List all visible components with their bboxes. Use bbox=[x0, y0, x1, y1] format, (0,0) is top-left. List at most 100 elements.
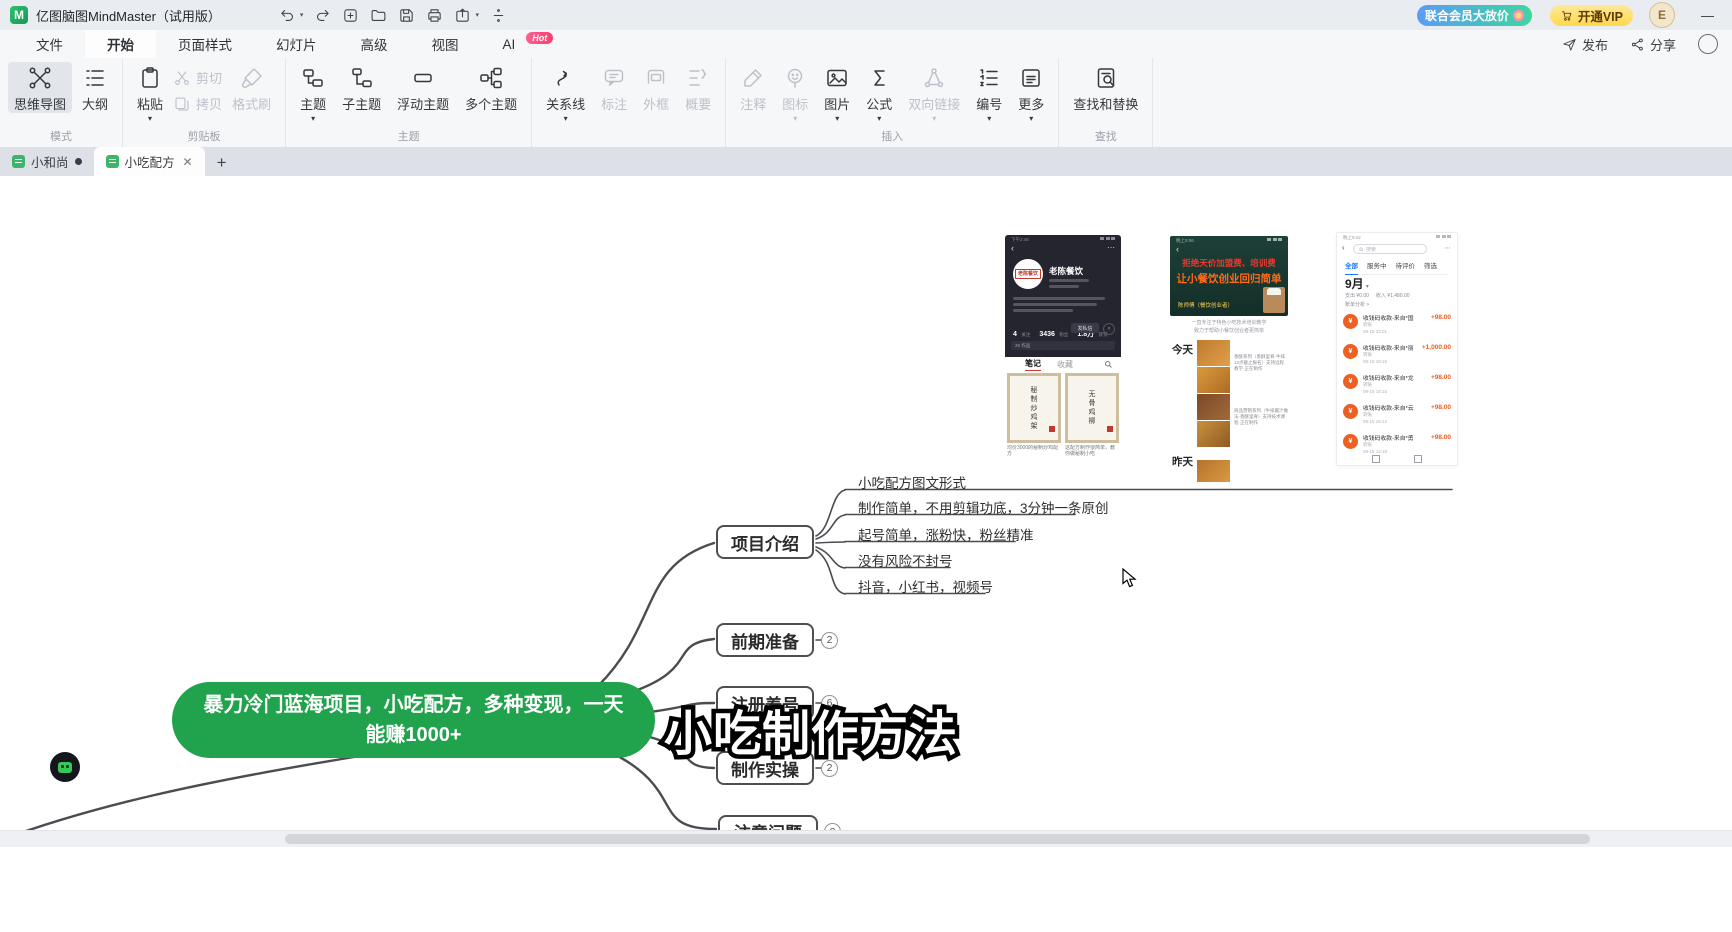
recipe-paper-thumb: 无骨鸡柳 bbox=[1065, 373, 1119, 443]
promo-banner: 晚上9:06 ‹ 拒绝天价加盟费、培训费 让小餐饮创业回归简单 陈师傅（餐饮创业… bbox=[1170, 236, 1288, 316]
bidirectional-link-button[interactable]: 双向链接 bbox=[902, 62, 966, 123]
subtopic-text[interactable]: 没有风险不封号 bbox=[858, 550, 953, 570]
cut-button[interactable]: 剪切 bbox=[173, 68, 222, 87]
search-icon bbox=[1359, 247, 1364, 252]
bill-title: 收钱码收款-来自*国 bbox=[1363, 313, 1414, 322]
numbering-button[interactable]: 编号 bbox=[970, 62, 1008, 123]
mindmap-mode-button[interactable]: 思维导图 bbox=[8, 62, 72, 113]
save-icon[interactable] bbox=[398, 7, 415, 24]
tab-in-service: 服务中 bbox=[1367, 260, 1387, 270]
multiple-topics-button[interactable]: 多个主题 bbox=[459, 62, 523, 113]
find-replace-button[interactable]: 查找和替换 bbox=[1067, 62, 1144, 113]
ribbon-group-label: 查找 bbox=[1067, 127, 1144, 147]
smiley-pin-icon bbox=[783, 66, 807, 90]
boundary-button[interactable]: 外框 bbox=[637, 62, 675, 113]
branch-node-project-intro[interactable]: 项目介绍 bbox=[716, 525, 814, 559]
vip-button[interactable]: 开通VIP bbox=[1550, 5, 1633, 26]
collapse-badge[interactable]: 2 bbox=[821, 632, 838, 649]
menu-tab-slides[interactable]: 幻灯片 bbox=[254, 30, 339, 58]
ribbon-item-label: 更多 bbox=[1018, 94, 1044, 113]
douyin-profile-header: 下午2:45 ‹ ⋯ 老陈餐饮 老陈餐饮 4 关注 3436 粉丝 1.8万 获… bbox=[1005, 235, 1121, 357]
user-avatar[interactable]: E bbox=[1649, 2, 1675, 28]
copy-button[interactable]: 拷贝 bbox=[173, 94, 222, 113]
more-dots-icon: ⋯ bbox=[1107, 244, 1115, 252]
callout-button[interactable]: 标注 bbox=[595, 62, 633, 113]
income-total: 收入 ¥1,480.00 bbox=[1376, 292, 1410, 299]
image-button[interactable]: 图片 bbox=[818, 62, 856, 123]
outline-mode-button[interactable]: 大纲 bbox=[76, 62, 114, 113]
doc-tab-xiaochipeifang[interactable]: 小吃配方 ✕ bbox=[94, 147, 205, 176]
publish-button[interactable]: 发布 bbox=[1562, 35, 1608, 54]
topic-button[interactable]: 主题 bbox=[294, 62, 332, 123]
attachment-douyin-profile[interactable]: 下午2:45 ‹ ⋯ 老陈餐饮 老陈餐饮 4 关注 3436 粉丝 1.8万 获… bbox=[1005, 235, 1121, 459]
member-promo-badge[interactable]: 联合会员大放价 bbox=[1417, 5, 1532, 26]
icon-marker-button[interactable]: 图标 bbox=[776, 62, 814, 123]
menu-tab-file[interactable]: 文件 bbox=[14, 30, 85, 58]
new-tab-button[interactable]: + bbox=[217, 153, 227, 176]
ribbon-item-label: 图片 bbox=[824, 94, 850, 113]
attachment-promo-feed[interactable]: 晚上9:06 ‹ 拒绝天价加盟费、培训费 让小餐饮创业回归简单 陈师傅（餐饮创业… bbox=[1170, 236, 1288, 486]
doc-tab-xiaoheshang[interactable]: 小和尚 bbox=[0, 147, 94, 176]
comment-button[interactable]: 注释 bbox=[734, 62, 772, 113]
scrollbar-thumb[interactable] bbox=[285, 834, 1590, 844]
menu-tab-page-style[interactable]: 页面样式 bbox=[156, 30, 254, 58]
recipe-paper-thumb: 秘制炒鸡架 bbox=[1007, 373, 1061, 443]
central-topic-node[interactable]: 暴力冷门蓝海项目，小吃配方，多种变现，一天能赚1000+ bbox=[172, 682, 655, 758]
branch-node-preparation[interactable]: 前期准备 bbox=[716, 623, 814, 657]
bill-date: 09-15 18:16 bbox=[1363, 359, 1387, 364]
export-icon[interactable] bbox=[454, 7, 471, 24]
print-icon[interactable] bbox=[426, 7, 443, 24]
text-placeholder bbox=[1049, 279, 1089, 282]
ribbon-item-label: 双向链接 bbox=[908, 94, 960, 113]
bill-summary: 支出 ¥0.00 收入 ¥1,480.00 bbox=[1345, 292, 1410, 299]
undo-dropdown-icon[interactable]: ▾ bbox=[300, 11, 304, 19]
menu-tab-ai[interactable]: AI Hot bbox=[481, 30, 538, 58]
open-file-icon[interactable] bbox=[370, 7, 387, 24]
day-label-yesterday: 昨天 bbox=[1172, 454, 1193, 469]
ribbon-group-relation: 关系线 标注 外框 概要 bbox=[532, 58, 726, 147]
menu-tab-view[interactable]: 视图 bbox=[410, 30, 481, 58]
minimize-button[interactable]: — bbox=[1701, 8, 1714, 23]
export-dropdown-icon[interactable]: ▾ bbox=[475, 11, 479, 19]
share-button[interactable]: 分享 bbox=[1630, 35, 1676, 54]
titlebar-right: 联合会员大放价 开通VIP E — bbox=[1417, 0, 1732, 30]
horizontal-scrollbar[interactable] bbox=[0, 830, 1732, 847]
banner-line1: 拒绝天价加盟费、培训费 bbox=[1170, 257, 1288, 269]
banner-line2: 让小餐饮创业回归简单 bbox=[1170, 271, 1288, 286]
new-file-icon[interactable] bbox=[342, 7, 359, 24]
subtopic-text[interactable]: 制作简单，不用剪辑功底，3分钟一条原创 bbox=[858, 497, 1109, 517]
floating-topic-button[interactable]: 浮动主题 bbox=[391, 62, 455, 113]
attachment-bill-list[interactable]: 晚上9:42 ‹ 搜索 ⋯ 全部 服务中 待评价 筛选 9月 支出 ¥0.00 … bbox=[1336, 232, 1458, 466]
subtopic-text[interactable]: 小吃配方图文形式 bbox=[858, 472, 966, 492]
redo-icon[interactable] bbox=[314, 7, 331, 24]
stat-label: 粉丝 bbox=[1059, 332, 1068, 337]
undo-icon[interactable] bbox=[279, 7, 296, 24]
more-button[interactable]: 更多 bbox=[1012, 62, 1050, 123]
paper-plane-icon bbox=[1562, 37, 1577, 52]
relationship-button[interactable]: 关系线 bbox=[540, 62, 591, 123]
ribbon-toolbar: 思维导图 大纲 模式 粘贴 剪切 拷贝 bbox=[0, 58, 1732, 148]
ribbon-group-find: 查找和替换 查找 bbox=[1059, 58, 1153, 147]
doc-tab-label: 小和尚 bbox=[31, 152, 69, 171]
ribbon-item-label: 拷贝 bbox=[196, 94, 222, 113]
toolbar-more-icon[interactable] bbox=[490, 7, 507, 24]
payment-icon: ¥ bbox=[1343, 344, 1358, 359]
bill-sub: 转账 bbox=[1363, 322, 1372, 328]
mindmap-canvas[interactable]: 暴力冷门蓝海项目，小吃配方，多种变现，一天能赚1000+ 项目介绍 前期准备 注… bbox=[0, 176, 1732, 932]
format-painter-button[interactable]: 格式刷 bbox=[226, 62, 277, 113]
subtopic-text[interactable]: 抖音，小红书，视频号 bbox=[858, 576, 993, 596]
bill-title: 收钱码收款-来自*丽 bbox=[1363, 343, 1414, 352]
ribbon-group-label: 插入 bbox=[734, 127, 1050, 147]
ribbon-item-label: 公式 bbox=[866, 94, 892, 113]
summary-button[interactable]: 概要 bbox=[679, 62, 717, 113]
paste-button[interactable]: 粘贴 bbox=[131, 62, 169, 123]
bill-month: 9月 bbox=[1345, 275, 1369, 292]
subtopic-text[interactable]: 起号简单，涨粉快，粉丝精准 bbox=[858, 524, 1034, 544]
assistant-icon[interactable] bbox=[1698, 34, 1718, 54]
subtopic-button[interactable]: 子主题 bbox=[336, 62, 387, 113]
menu-tab-home[interactable]: 开始 bbox=[85, 30, 156, 58]
close-tab-icon[interactable]: ✕ bbox=[183, 155, 193, 169]
menu-tab-advanced[interactable]: 高级 bbox=[339, 30, 410, 58]
helper-floating-button[interactable] bbox=[50, 752, 80, 782]
formula-button[interactable]: 公式 bbox=[860, 62, 898, 123]
